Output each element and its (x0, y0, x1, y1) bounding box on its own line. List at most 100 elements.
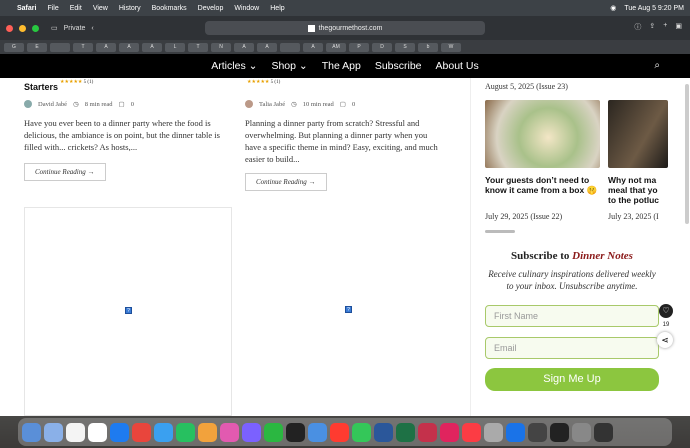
image-placeholder: ? (245, 207, 455, 416)
continue-reading-button[interactable]: Continue Reading → (245, 173, 327, 191)
menu-edit[interactable]: Edit (70, 5, 82, 12)
zoom-window-button[interactable] (32, 24, 39, 32)
minimize-window-button[interactable] (19, 24, 26, 32)
dock-app-icon[interactable] (198, 422, 217, 442)
favorite-item[interactable]: G (4, 42, 24, 52)
favorite-item[interactable]: A (96, 42, 116, 52)
email-field[interactable]: Email (485, 337, 659, 359)
dock-app-icon[interactable] (330, 422, 349, 442)
nav-about-us[interactable]: About Us (436, 60, 479, 72)
favorite-item[interactable]: T (73, 42, 93, 52)
tab-overview-icon[interactable]: ▣ (675, 22, 682, 32)
favorite-item[interactable]: A (234, 42, 254, 52)
dock-app-icon[interactable] (594, 422, 613, 442)
favorite-item[interactable] (50, 42, 70, 52)
dock-app-icon[interactable] (154, 422, 173, 442)
dock-app-icon[interactable] (352, 422, 371, 442)
menu-help[interactable]: Help (270, 5, 284, 12)
dock-app-icon[interactable] (550, 422, 569, 442)
dock-app-icon[interactable] (22, 422, 41, 442)
dock-app-icon[interactable] (66, 422, 85, 442)
newsletter-card-image[interactable] (485, 100, 600, 168)
carousel-scrollbar[interactable] (485, 230, 515, 233)
favorite-item[interactable]: N (211, 42, 231, 52)
menu-app-name[interactable]: Safari (17, 5, 36, 12)
dock-app-icon[interactable] (110, 422, 129, 442)
sidebar-toggle-icon[interactable]: ▭ (51, 24, 58, 32)
nav-shop[interactable]: Shop ⌄ (271, 60, 307, 72)
favorite-item[interactable]: A (257, 42, 277, 52)
back-icon[interactable]: ‹ (91, 25, 93, 32)
menu-file[interactable]: File (47, 5, 58, 12)
dock-app-icon[interactable] (220, 422, 239, 442)
dock-app-icon[interactable] (44, 422, 63, 442)
favorite-item[interactable]: A (303, 42, 323, 52)
share-icon[interactable]: ⋖ (657, 332, 673, 348)
share-icon[interactable]: ⇪ (649, 22, 655, 32)
menubar-clock[interactable]: Tue Aug 5 9:20 PM (624, 5, 684, 12)
favorite-item[interactable]: T (188, 42, 208, 52)
menu-bookmarks[interactable]: Bookmarks (152, 5, 187, 12)
dock-app-icon[interactable] (264, 422, 283, 442)
dock-app-icon[interactable] (132, 422, 151, 442)
dock-app-icon[interactable] (484, 422, 503, 442)
first-name-field[interactable]: First Name (485, 305, 659, 327)
menu-develop[interactable]: Develop (198, 5, 224, 12)
download-icon[interactable]: ⓘ (634, 22, 641, 32)
new-tab-icon[interactable]: + (663, 22, 667, 32)
search-icon[interactable]: ⌕ (654, 60, 660, 71)
author-name[interactable]: Talia Jabé (259, 101, 285, 108)
dock-app-icon[interactable] (396, 422, 415, 442)
newsletter-card-title[interactable]: Your guests don’t need to know it came f… (485, 175, 600, 195)
post-excerpt: Planning a dinner party from scratch? St… (245, 118, 438, 164)
nav-articles[interactable]: Articles ⌄ (211, 60, 257, 72)
comment-count[interactable]: 0 (352, 101, 355, 108)
dock-app-icon[interactable] (286, 422, 305, 442)
menu-history[interactable]: History (119, 5, 141, 12)
favorite-item[interactable]: E (27, 42, 47, 52)
dock-app-icon[interactable] (572, 422, 591, 442)
dock-app-icon[interactable] (440, 422, 459, 442)
sign-me-up-button[interactable]: Sign Me Up (485, 368, 659, 391)
page-scrollbar[interactable] (685, 84, 689, 224)
favorite-item[interactable]: P (349, 42, 369, 52)
heart-icon[interactable]: ♡ (659, 304, 673, 318)
nav-subscribe[interactable]: Subscribe (375, 60, 422, 72)
post-title[interactable]: Starters (24, 82, 234, 92)
dock-app-icon[interactable] (88, 422, 107, 442)
favorite-item[interactable]: L (165, 42, 185, 52)
continue-reading-button[interactable]: Continue Reading → (24, 163, 106, 181)
image-placeholder: ? (24, 207, 232, 416)
menu-window[interactable]: Window (234, 5, 259, 12)
favorite-item[interactable]: b (418, 42, 438, 52)
dock-app-icon[interactable] (308, 422, 327, 442)
favorite-item[interactable]: D (372, 42, 392, 52)
share-count: 19 (662, 322, 670, 328)
dock-app-icon[interactable] (528, 422, 547, 442)
favorite-item[interactable]: S (395, 42, 415, 52)
favorite-item[interactable]: W (441, 42, 461, 52)
address-bar[interactable]: thegourmethost.com (205, 21, 485, 35)
favorite-item[interactable]: A (119, 42, 139, 52)
author-avatar (24, 100, 32, 108)
author-name[interactable]: David Jabé (38, 101, 67, 108)
favorite-item[interactable]: A (142, 42, 162, 52)
newsletter-card-image[interactable] (608, 100, 668, 168)
comment-icon: ▢ (118, 101, 125, 108)
macos-menubar: Safari File Edit View History Bookmarks … (0, 0, 690, 16)
dock-app-icon[interactable] (462, 422, 481, 442)
favorite-item[interactable]: AM (326, 42, 346, 52)
dock-app-icon[interactable] (176, 422, 195, 442)
control-center-icon[interactable]: ◉ (610, 4, 616, 12)
menu-view[interactable]: View (93, 5, 108, 12)
close-window-button[interactable] (6, 24, 13, 32)
dock-app-icon[interactable] (418, 422, 437, 442)
favorite-item[interactable] (280, 42, 300, 52)
dock-app-icon[interactable] (506, 422, 525, 442)
newsletter-card-title[interactable]: Why not ma meal that yo to the potluc (608, 175, 661, 205)
dock-app-icon[interactable] (242, 422, 261, 442)
url-text: thegourmethost.com (318, 24, 383, 32)
dock-app-icon[interactable] (374, 422, 393, 442)
comment-count[interactable]: 0 (131, 101, 134, 108)
nav-the-app[interactable]: The App (322, 60, 361, 72)
